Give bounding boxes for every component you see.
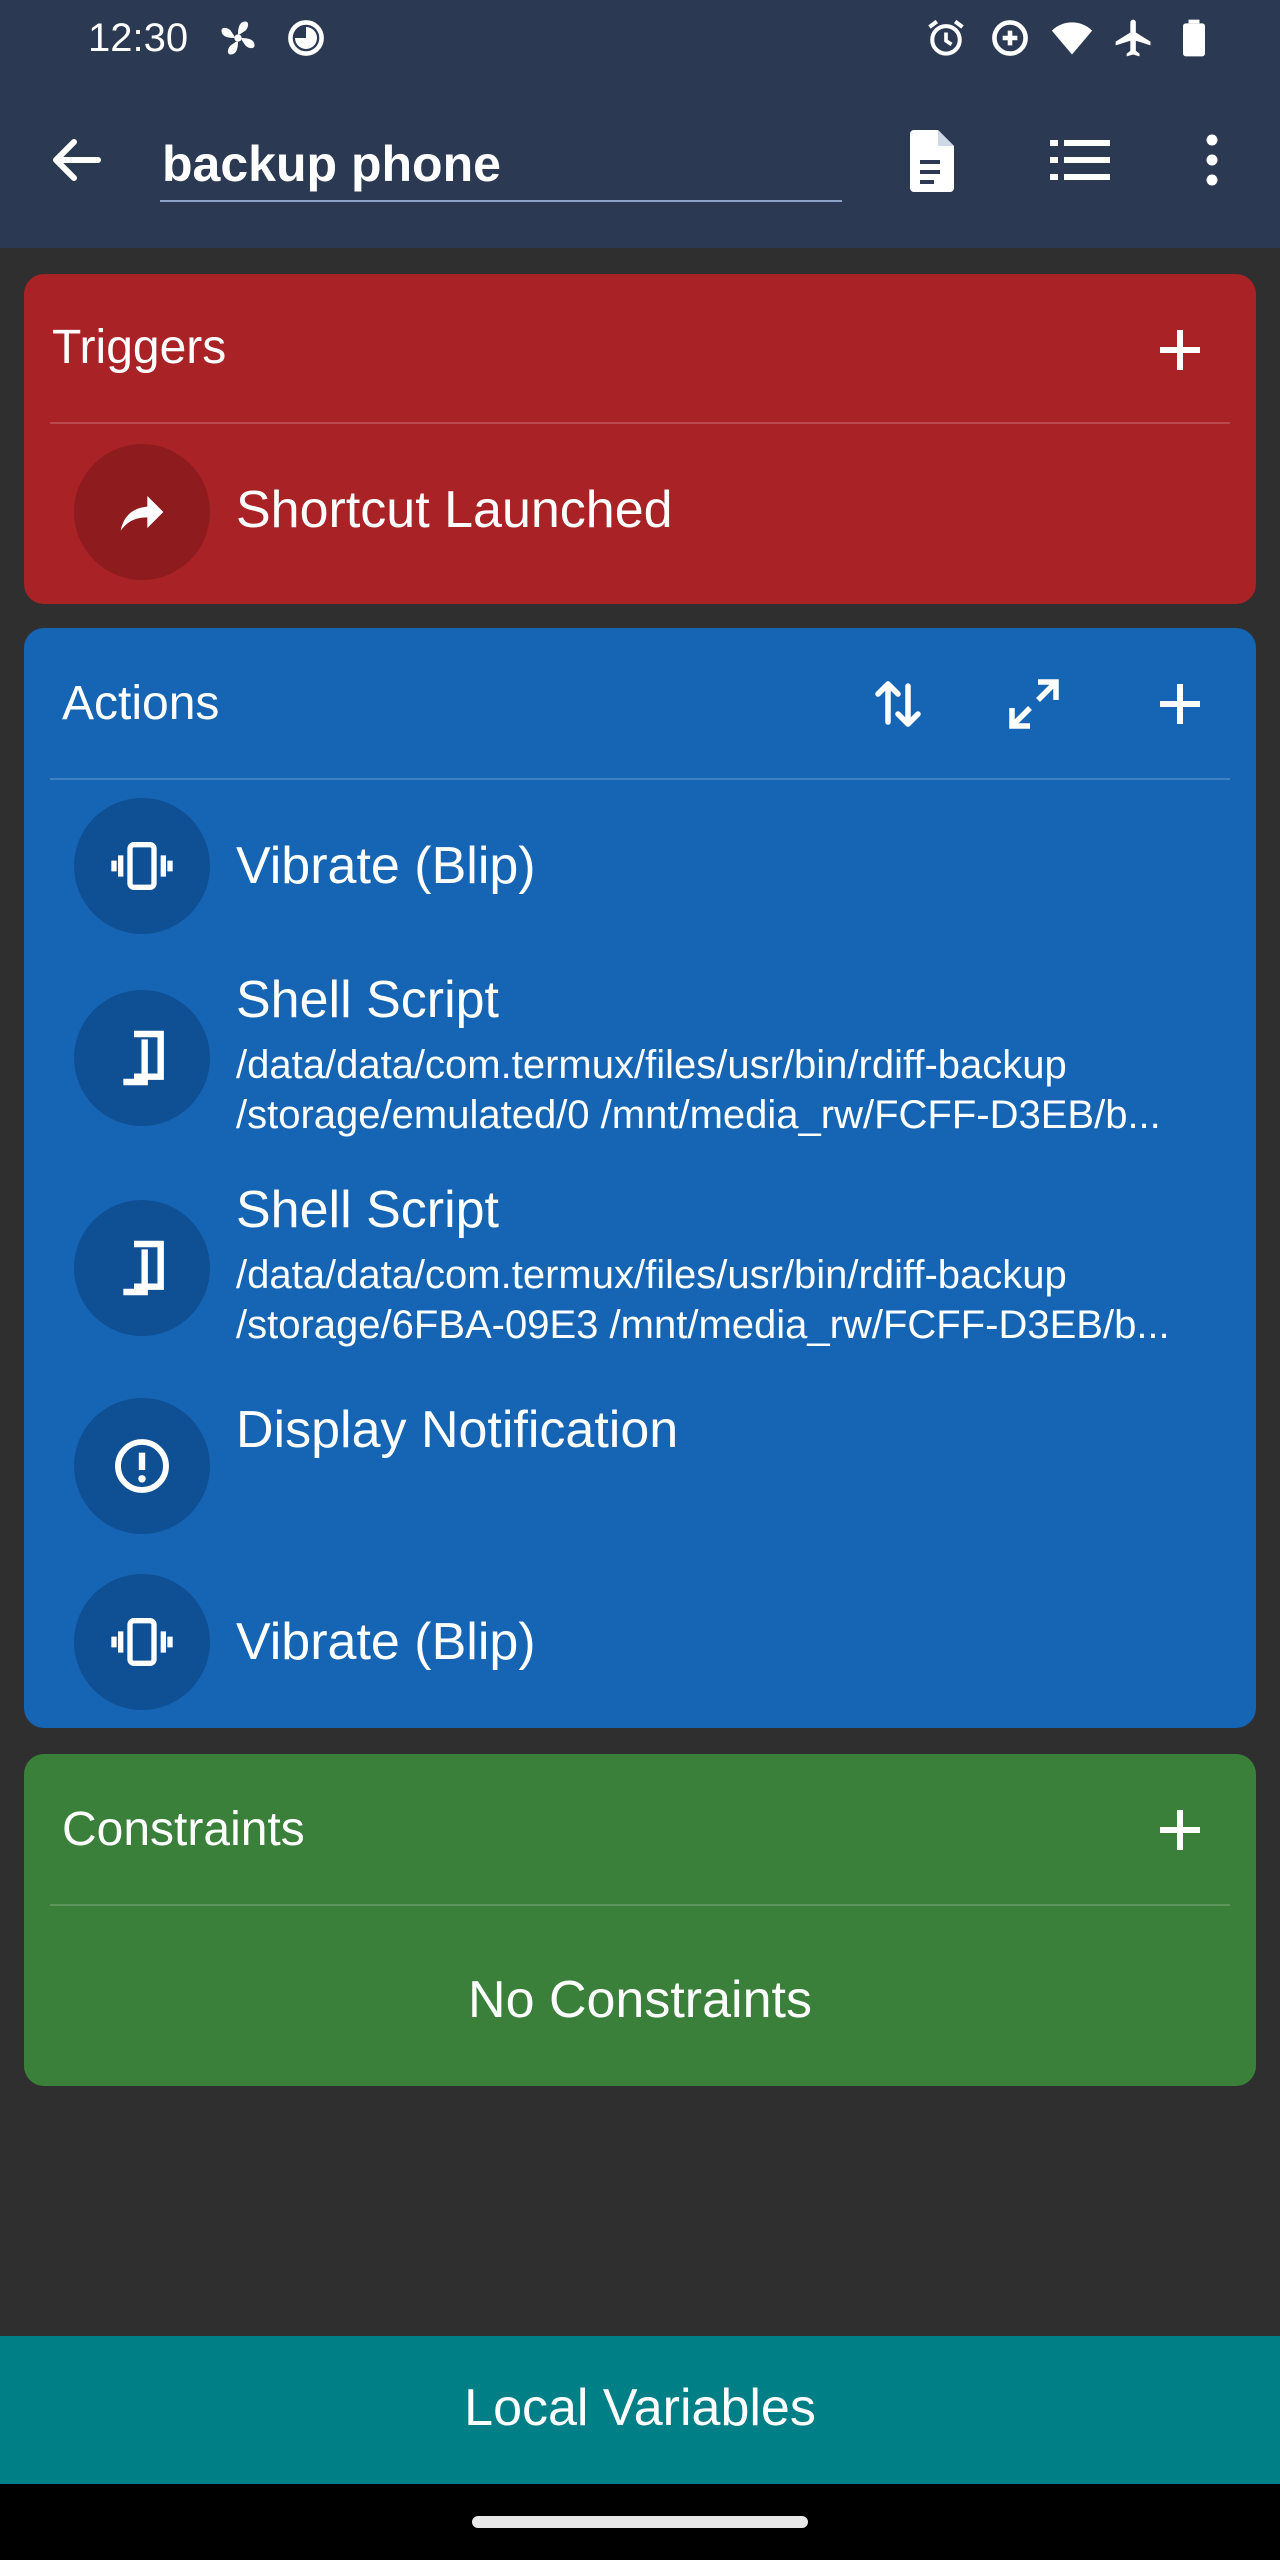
action-label: Shell Script xyxy=(236,1181,499,1239)
actions-card: Actions Vibrate (Blip) Shell Script /dat… xyxy=(24,628,1256,1728)
navigation-bar xyxy=(0,2484,1280,2560)
plus-icon xyxy=(1160,330,1200,370)
macro-name-field[interactable]: backup phone xyxy=(160,124,842,202)
arrow-left-icon xyxy=(53,139,101,181)
triggers-card: Triggers Shortcut Launched xyxy=(24,274,1256,604)
shell-icon xyxy=(74,990,210,1126)
action-item-vibrate[interactable]: Vibrate (Blip) xyxy=(50,1574,1230,1714)
shell-icon xyxy=(74,1200,210,1336)
fan-icon xyxy=(216,16,260,60)
add-constraint-button[interactable] xyxy=(1136,1786,1224,1874)
add-action-button[interactable] xyxy=(1136,660,1224,748)
plus-icon xyxy=(1160,1810,1200,1850)
hotspot-icon xyxy=(988,16,1032,60)
status-time: 12:30 xyxy=(88,16,189,60)
data-saver-icon xyxy=(284,16,328,60)
list-button[interactable] xyxy=(1036,116,1124,204)
vibrate-icon xyxy=(74,798,210,934)
more-options-button[interactable] xyxy=(1168,116,1256,204)
battery-icon xyxy=(1172,16,1216,60)
more-vert-icon xyxy=(1206,134,1218,186)
trigger-label: Shortcut Launched xyxy=(236,481,673,539)
list-icon xyxy=(1050,140,1110,180)
action-detail: /data/data/com.termux/files/usr/bin/rdif… xyxy=(236,1253,1170,1347)
action-detail: /data/data/com.termux/files/usr/bin/rdif… xyxy=(236,1043,1161,1137)
add-trigger-button[interactable] xyxy=(1136,306,1224,394)
trigger-item-shortcut-launched[interactable]: Shortcut Launched xyxy=(50,444,1230,584)
triggers-title: Triggers xyxy=(52,321,227,374)
app-bar: 12:30 backup phone xyxy=(0,0,1280,248)
status-bar: 12:30 xyxy=(0,0,1280,76)
divider xyxy=(50,1904,1230,1906)
action-item-shell-script[interactable]: Shell Script /data/data/com.termux/files… xyxy=(50,1178,1230,1368)
local-variables-label: Local Variables xyxy=(464,2379,816,2437)
divider xyxy=(50,422,1230,424)
expand-icon xyxy=(1009,679,1059,729)
wifi-icon xyxy=(1050,16,1094,60)
reorder-actions-button[interactable] xyxy=(854,660,942,748)
airplane-icon xyxy=(1112,16,1156,60)
actions-title: Actions xyxy=(62,677,220,730)
action-item-display-notification[interactable]: Display Notification xyxy=(50,1398,1230,1548)
macro-name-value: backup phone xyxy=(162,136,501,192)
swap-vert-icon xyxy=(875,681,921,727)
plus-icon xyxy=(1160,684,1200,724)
action-item-shell-script[interactable]: Shell Script /data/data/com.termux/files… xyxy=(50,968,1230,1158)
alarm-icon xyxy=(924,16,968,60)
local-variables-button[interactable]: Local Variables xyxy=(0,2336,1280,2484)
constraints-card: Constraints No Constraints xyxy=(24,1754,1256,2086)
alert-circle-icon xyxy=(74,1398,210,1534)
action-label: Display Notification xyxy=(236,1401,679,1459)
expand-actions-button[interactable] xyxy=(990,660,1078,748)
document-button[interactable] xyxy=(886,116,974,204)
divider xyxy=(50,778,1230,780)
action-item-vibrate[interactable]: Vibrate (Blip) xyxy=(50,798,1230,938)
back-button[interactable] xyxy=(32,116,120,204)
action-label: Vibrate (Blip) xyxy=(236,837,536,895)
action-label: Shell Script xyxy=(236,971,499,1029)
action-label: Vibrate (Blip) xyxy=(236,1613,536,1671)
document-icon xyxy=(910,130,954,192)
vibrate-icon xyxy=(74,1574,210,1710)
no-constraints-text: No Constraints xyxy=(468,1971,812,2029)
share-arrow-icon xyxy=(74,444,210,580)
constraints-title: Constraints xyxy=(62,1803,305,1856)
home-gesture-handle[interactable] xyxy=(472,2516,808,2528)
